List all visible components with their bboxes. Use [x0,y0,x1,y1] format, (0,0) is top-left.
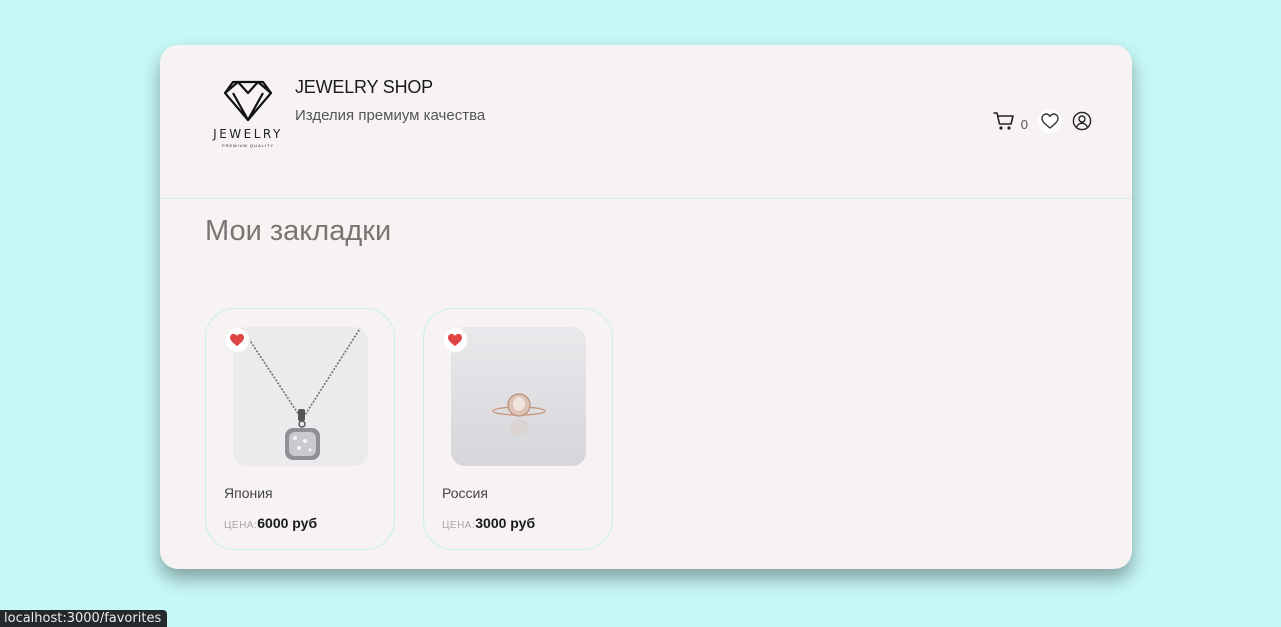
product-name: Япония [224,485,273,501]
logo[interactable]: JEWELRY PREMIUM QUALITY [207,79,289,159]
product-price: ЦЕНА: 3000 руб [442,515,535,531]
ring-image [451,327,586,466]
header-actions: 0 [992,109,1092,133]
favorites-button[interactable] [1038,109,1062,133]
favorites-list: Япония ЦЕНА: 6000 руб Россия ЦЕНА: 3000 … [205,308,613,550]
app-window: JEWELRY PREMIUM QUALITY JEWELRY SHOP Изд… [160,45,1132,569]
product-price: ЦЕНА: 6000 руб [224,515,317,531]
heart-icon [1041,113,1059,129]
cart-button[interactable]: 0 [992,111,1028,132]
logo-tagline: PREMIUM QUALITY [221,143,275,148]
diamond-logo-icon [223,80,273,122]
heart-filled-icon [230,333,244,347]
logo-word: JEWELRY [213,127,283,141]
page-title: Мои закладки [205,215,392,247]
shop-subtitle: Изделия премиум качества [295,107,486,124]
product-image [233,327,368,466]
price-label: ЦЕНА: [224,520,258,531]
user-icon [1072,111,1092,131]
status-bar-url: localhost:3000/favorites [0,610,168,627]
product-card[interactable]: Япония ЦЕНА: 6000 руб [205,308,395,550]
heart-filled-icon [448,333,462,347]
cart-count: 0 [1020,116,1028,132]
price-value: 3000 руб [475,515,536,531]
price-value: 6000 руб [257,515,318,531]
profile-button[interactable] [1072,111,1092,131]
product-image [451,327,586,466]
necklace-image [233,327,368,466]
product-card[interactable]: Россия ЦЕНА: 3000 руб [423,308,613,550]
shop-title: JEWELRY SHOP [295,77,433,97]
remove-favorite-button[interactable] [443,328,467,352]
price-label: ЦЕНА: [442,520,476,531]
product-name: Россия [442,485,488,501]
remove-favorite-button[interactable] [225,328,249,352]
header: JEWELRY PREMIUM QUALITY JEWELRY SHOP Изд… [160,45,1132,199]
cart-icon [992,112,1014,130]
